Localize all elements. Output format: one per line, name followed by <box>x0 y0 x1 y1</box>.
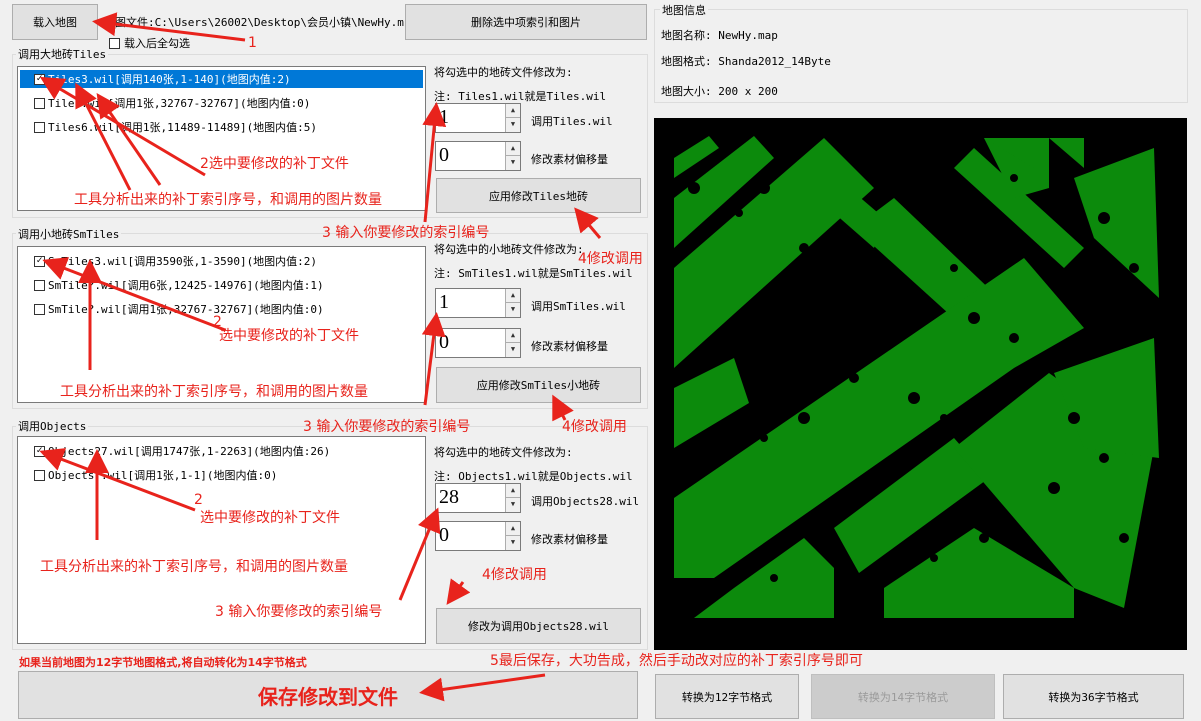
convert-12-byte-button[interactable]: 转换为12字节格式 <box>655 674 799 719</box>
spin-down-icon[interactable]: ▼ <box>506 343 520 356</box>
spin-down-icon[interactable]: ▼ <box>506 536 520 549</box>
save-to-file-button[interactable]: 保存修改到文件 <box>18 671 638 719</box>
list-item[interactable]: Tiles6.wil[调用1张,11489-11489](地图内值:5) <box>20 118 423 136</box>
list-item-checkbox[interactable] <box>34 121 45 133</box>
tiles-group-label: 调用大地砖Tiles <box>16 46 109 62</box>
annotation-obj-two: 2 <box>194 492 203 508</box>
annotation-tiles-input: 3 输入你要修改的索引编号 <box>322 225 490 241</box>
spin-down-icon[interactable]: ▼ <box>506 303 520 316</box>
smtiles-offset-stepper[interactable]: 0 ▲ ▼ <box>435 328 521 358</box>
delete-selected-button[interactable]: 删除选中项索引和图片 <box>405 4 647 40</box>
spin-up-icon[interactable]: ▲ <box>506 329 520 343</box>
load-map-button[interactable]: 载入地图 <box>12 4 98 40</box>
list-item[interactable]: SmTile?.wil[调用6张,12425-14976](地图内值:1) <box>20 276 423 294</box>
annotation-tiles-analysis: 工具分析出来的补丁索引序号，和调用的图片数量 <box>74 192 382 208</box>
list-item-checkbox[interactable] <box>34 279 45 291</box>
map-info-label: 地图信息 <box>660 2 708 18</box>
spin-down-icon[interactable]: ▼ <box>506 498 520 511</box>
objects-index-label: 调用Objects28.wil <box>531 495 640 508</box>
annotation-tiles-select: 2选中要修改的补丁文件 <box>200 156 349 172</box>
objects-index-stepper[interactable]: 28 ▲ ▼ <box>435 483 521 513</box>
list-item[interactable]: Tile?.wil[调用1张,32767-32767](地图内值:0) <box>20 94 423 112</box>
annotation-step1: 1 <box>248 35 257 51</box>
spin-down-icon[interactable]: ▼ <box>506 156 520 169</box>
apply-smtiles-button[interactable]: 应用修改SmTiles小地砖 <box>436 367 641 403</box>
check-all-checkbox[interactable] <box>109 37 120 49</box>
smtiles-offset-label: 修改素材偏移量 <box>531 340 608 353</box>
tiles-change-to-label: 将勾选中的地砖文件修改为: <box>434 66 573 79</box>
objects-index-value: 28 <box>439 486 459 508</box>
objects-change-to-label: 将勾选中的地砖文件修改为: <box>434 446 573 459</box>
list-item-label: Tiles3.wil[调用140张,1-140](地图内值:2) <box>48 73 291 86</box>
annotation-obj-analysis: 工具分析出来的补丁索引序号，和调用的图片数量 <box>40 559 348 575</box>
spin-up-icon[interactable]: ▲ <box>506 104 520 118</box>
list-item-label: Objects?.wil[调用1张,1-1](地图内值:0) <box>48 469 278 482</box>
apply-objects-button[interactable]: 修改为调用Objects28.wil <box>436 608 641 644</box>
convert-36-byte-button[interactable]: 转换为36字节格式 <box>1003 674 1184 719</box>
spin-down-icon[interactable]: ▼ <box>506 118 520 131</box>
annotation-obj-apply: 4修改调用 <box>482 567 547 583</box>
spin-up-icon[interactable]: ▲ <box>506 522 520 536</box>
list-item-label: Objects27.wil[调用1747张,1-2263](地图内值:26) <box>48 445 331 458</box>
smtiles-offset-value: 0 <box>439 331 449 353</box>
tiles-offset-label: 修改素材偏移量 <box>531 153 608 166</box>
convert-14-byte-button[interactable]: 转换为14字节格式 <box>811 674 995 719</box>
smtiles-index-value: 1 <box>439 291 449 313</box>
tiles-index-label: 调用Tiles.wil <box>531 115 613 128</box>
annotation-obj-select: 选中要修改的补丁文件 <box>200 510 340 526</box>
spin-up-icon[interactable]: ▲ <box>506 289 520 303</box>
list-item-label: SmTile?.wil[调用1张,32767-32767](地图内值:0) <box>48 303 324 316</box>
annotation-sm-analysis: 工具分析出来的补丁索引序号，和调用的图片数量 <box>60 384 368 400</box>
map-file-path: 地图文件:C:\Users\26002\Desktop\会员小镇\NewHy.m… <box>104 16 404 29</box>
list-item-label: Tiles6.wil[调用1张,11489-11489](地图内值:5) <box>48 121 318 134</box>
map-name: 地图名称: NewHy.map <box>661 29 778 42</box>
annotation-tiles-apply: 4修改调用 <box>578 251 643 267</box>
annotation-sm-select: 选中要修改的补丁文件 <box>219 328 359 344</box>
list-item-checkbox[interactable]: ✓ <box>34 255 45 267</box>
list-item-label: SmTile?.wil[调用6张,12425-14976](地图内值:1) <box>48 279 324 292</box>
smtiles-index-label: 调用SmTiles.wil <box>531 300 626 313</box>
objects-offset-value: 0 <box>439 524 449 546</box>
objects-group-label: 调用Objects <box>16 418 89 434</box>
objects-offset-stepper[interactable]: 0 ▲ ▼ <box>435 521 521 551</box>
tiles-note: 注: Tiles1.wil就是Tiles.wil <box>434 90 607 103</box>
format-warning: 如果当前地图为12字节地图格式,将自动转化为14字节格式 <box>19 656 307 669</box>
spin-up-icon[interactable]: ▲ <box>506 142 520 156</box>
objects-offset-label: 修改素材偏移量 <box>531 533 608 546</box>
list-item[interactable]: ✓ Tiles3.wil[调用140张,1-140](地图内值:2) <box>20 70 423 88</box>
annotation-sm-apply: 4修改调用 <box>562 419 627 435</box>
list-item[interactable]: ✓ Objects27.wil[调用1747张,1-2263](地图内值:26) <box>20 442 423 460</box>
list-item-label: Tile?.wil[调用1张,32767-32767](地图内值:0) <box>48 97 311 110</box>
minimap[interactable] <box>654 118 1187 650</box>
list-item-label: SmTiles3.wil[调用3590张,1-3590](地图内值:2) <box>48 255 318 268</box>
list-item-checkbox[interactable] <box>34 97 45 109</box>
smtiles-group-label: 调用小地砖SmTiles <box>16 226 122 242</box>
list-item[interactable]: ✓ SmTiles3.wil[调用3590张,1-3590](地图内值:2) <box>20 252 423 270</box>
annotation-sm-input: 3 输入你要修改的索引编号 <box>303 419 471 435</box>
list-item-checkbox[interactable]: ✓ <box>34 73 45 85</box>
list-item-checkbox[interactable] <box>34 303 45 315</box>
list-item[interactable]: Objects?.wil[调用1张,1-1](地图内值:0) <box>20 466 423 484</box>
list-item-checkbox[interactable] <box>34 469 45 481</box>
tiles-index-value: 1 <box>439 106 449 128</box>
annotation-final: 5最后保存，大功告成，然后手动改对应的补丁索引序号即可 <box>490 653 863 669</box>
spin-up-icon[interactable]: ▲ <box>506 484 520 498</box>
objects-note: 注: Objects1.wil就是Objects.wil <box>434 470 633 483</box>
tiles-offset-stepper[interactable]: 0 ▲ ▼ <box>435 141 521 171</box>
tiles-index-stepper[interactable]: 1 ▲ ▼ <box>435 103 521 133</box>
annotation-obj-input: 3 输入你要修改的索引编号 <box>215 604 383 620</box>
apply-tiles-button[interactable]: 应用修改Tiles地砖 <box>436 178 641 213</box>
smtiles-index-stepper[interactable]: 1 ▲ ▼ <box>435 288 521 318</box>
map-format: 地图格式: Shanda2012_14Byte <box>661 55 831 68</box>
check-all-label: 载入后全勾选 <box>124 37 190 50</box>
tiles-offset-value: 0 <box>439 144 449 166</box>
check-all-after-load[interactable]: 载入后全勾选 <box>109 35 190 51</box>
smtiles-change-to-label: 将勾选中的小地砖文件修改为: <box>434 243 584 256</box>
map-size: 地图大小: 200 x 200 <box>661 85 778 98</box>
list-item-checkbox[interactable]: ✓ <box>34 445 45 457</box>
